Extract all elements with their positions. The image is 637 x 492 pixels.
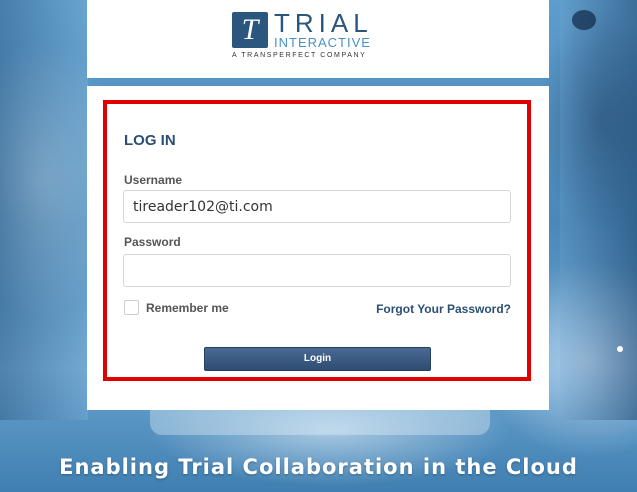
remember-me-checkbox[interactable] bbox=[124, 300, 139, 315]
username-input[interactable] bbox=[123, 190, 511, 223]
password-label: Password bbox=[124, 235, 181, 249]
background-equipment-left bbox=[0, 0, 88, 420]
logo-company-tagline: A TRANSPERFECT COMPANY bbox=[232, 52, 367, 59]
remember-me-label: Remember me bbox=[146, 300, 229, 315]
forgot-password-link[interactable]: Forgot Your Password? bbox=[376, 302, 511, 316]
trial-interactive-logo: T TRIAL INTERACTIVE A TRANSPERFECT COMPA… bbox=[232, 8, 412, 66]
footer-headline: Enabling Trial Collaboration in the Clou… bbox=[59, 455, 578, 479]
remember-me-toggle[interactable]: Remember me bbox=[124, 300, 229, 315]
logo-panel: T TRIAL INTERACTIVE A TRANSPERFECT COMPA… bbox=[87, 0, 549, 78]
login-panel: LOG IN Username Password Remember me For… bbox=[87, 86, 549, 410]
logo-mark-icon: T bbox=[232, 12, 268, 48]
logo-name-sub: INTERACTIVE bbox=[274, 35, 371, 50]
background-object bbox=[572, 10, 596, 30]
password-input[interactable] bbox=[123, 254, 511, 287]
username-label: Username bbox=[124, 173, 183, 187]
login-title: LOG IN bbox=[124, 132, 176, 149]
background-equipment-right bbox=[560, 0, 637, 420]
login-button[interactable]: Login bbox=[204, 347, 431, 371]
background-light bbox=[617, 346, 623, 352]
